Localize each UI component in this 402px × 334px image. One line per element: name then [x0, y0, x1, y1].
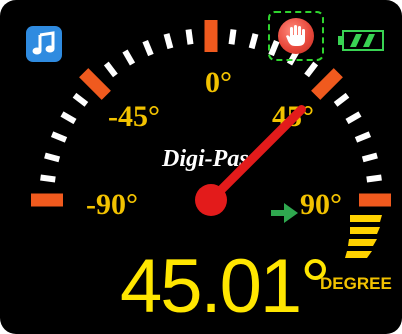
major-tick — [79, 68, 111, 100]
minor-tick — [228, 29, 237, 45]
music-note-icon — [32, 31, 55, 55]
minor-tick — [366, 174, 382, 183]
major-tick — [311, 68, 343, 100]
gauge-ticks — [31, 20, 391, 207]
battery-icon — [338, 30, 384, 51]
stop-button[interactable] — [268, 11, 324, 61]
level-bar — [348, 239, 377, 246]
level-indicator-bars — [345, 215, 382, 258]
minor-tick — [361, 152, 378, 163]
minor-tick — [72, 92, 89, 107]
minor-tick — [163, 33, 174, 50]
label-zero-degrees: 0° — [205, 66, 232, 99]
right-arrow-icon — [271, 203, 298, 223]
inclinometer-screen: 0° -45° 45° -90° 90° Digi-Pas — [0, 0, 402, 334]
minor-tick — [44, 152, 61, 163]
level-bar — [345, 251, 372, 258]
minor-tick — [40, 174, 56, 183]
level-bar — [350, 227, 380, 234]
brand-label: Digi-Pas — [161, 146, 249, 172]
minor-tick — [60, 111, 77, 125]
minor-tick — [122, 49, 136, 66]
battery-bar — [350, 34, 362, 47]
minor-tick — [304, 61, 319, 78]
minor-tick — [354, 131, 372, 143]
label-plus-90-degrees: 90° — [300, 188, 342, 221]
minor-tick — [345, 111, 362, 125]
label-minus-90-degrees: -90° — [86, 188, 138, 221]
minor-tick — [185, 29, 194, 45]
minor-tick — [50, 131, 68, 143]
minor-tick — [142, 39, 154, 57]
level-bar — [350, 215, 382, 222]
minor-tick — [333, 92, 350, 107]
music-button[interactable] — [26, 26, 62, 62]
angle-readout: 45.01° — [120, 244, 331, 329]
stop-hand-icon — [278, 18, 314, 54]
needle-hub — [195, 184, 227, 216]
battery-bar — [363, 34, 375, 47]
unit-label: DEGREE — [320, 274, 392, 293]
label-minus-45-degrees: -45° — [108, 100, 160, 133]
minor-tick — [248, 33, 259, 50]
minor-tick — [103, 61, 118, 78]
